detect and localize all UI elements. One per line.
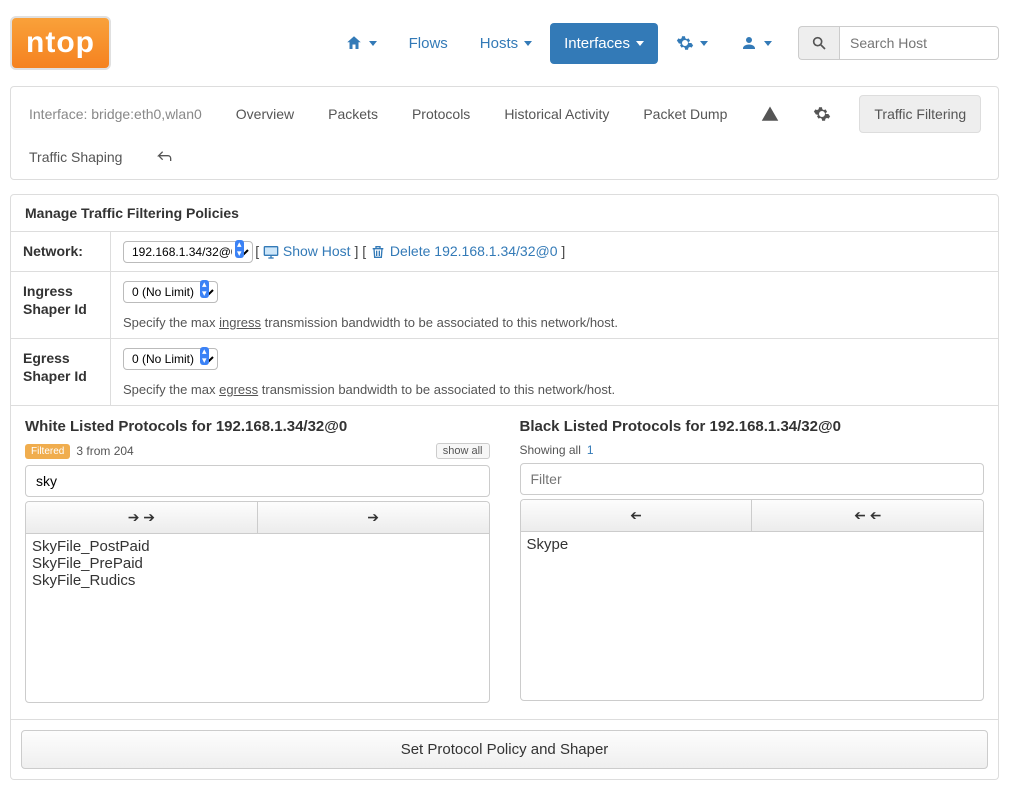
whitelist-buttons: ➔ ➔ ➔ xyxy=(25,501,490,533)
tab-protocols[interactable]: Protocols xyxy=(406,96,476,132)
tab-back[interactable] xyxy=(150,139,178,175)
brand-logo: ntop xyxy=(10,16,111,70)
blacklist-title: Black Listed Protocols for 192.168.1.34/… xyxy=(520,418,985,435)
row-ingress: Ingress Shaper Id 0 (No Limit) ▴▾ Specif… xyxy=(11,272,998,339)
move-right-button[interactable]: ➔ xyxy=(258,502,489,533)
ingress-shaper-select[interactable]: 0 (No Limit) xyxy=(123,281,218,303)
bracket: ] xyxy=(561,243,565,259)
search-wrap xyxy=(798,26,999,60)
alert-icon xyxy=(761,105,779,123)
arrow-left-icon: ➔ xyxy=(630,507,642,524)
delete-label-prefix: Delete xyxy=(390,243,434,259)
move-all-left-button[interactable]: ➔ ➔ xyxy=(752,500,983,531)
whitelist-title: White Listed Protocols for 192.168.1.34/… xyxy=(25,418,490,435)
delete-target: 192.168.1.34/32@0 xyxy=(434,243,557,259)
bracket: ] [ xyxy=(354,243,370,259)
show-all-button[interactable]: show all xyxy=(436,443,490,459)
tab-settings[interactable] xyxy=(807,95,837,133)
network-select[interactable]: 192.168.1.34/32@0 xyxy=(123,241,253,263)
list-item[interactable]: Skype xyxy=(525,536,980,553)
config-heading: Manage Traffic Filtering Policies xyxy=(11,195,998,232)
nav-hosts[interactable]: Hosts xyxy=(466,23,546,64)
ingress-help: Specify the max ingress transmission ban… xyxy=(123,315,986,330)
top-bar: ntop Flows Hosts Interfaces xyxy=(10,10,999,86)
search-input[interactable] xyxy=(839,26,999,60)
arrows-right-icon: ➔ ➔ xyxy=(128,509,155,525)
blacklist-meta-prefix: Showing all xyxy=(520,443,581,457)
tab-packets[interactable]: Packets xyxy=(322,96,384,132)
network-label: Network: xyxy=(11,232,111,271)
list-item[interactable]: SkyFile_PrePaid xyxy=(30,555,485,572)
tab-packet-dump[interactable]: Packet Dump xyxy=(637,96,733,132)
user-icon xyxy=(740,34,758,52)
row-network: Network: 192.168.1.34/32@0 ▴▾ [ Show Hos… xyxy=(11,232,998,272)
tab-alert[interactable] xyxy=(755,95,785,133)
tab-overview[interactable]: Overview xyxy=(230,96,300,132)
blacklist-meta: Showing all 1 xyxy=(520,443,985,457)
tab-traffic-shaping[interactable]: Traffic Shaping xyxy=(23,139,128,175)
egress-help: Specify the max egress transmission band… xyxy=(123,382,986,397)
search-icon xyxy=(811,35,827,51)
gear-icon xyxy=(676,34,694,52)
whitelist-listbox[interactable]: SkyFile_PostPaidSkyFile_PrePaidSkyFile_R… xyxy=(25,533,490,703)
whitelist-filter-input[interactable] xyxy=(25,465,490,497)
blacklist-listbox[interactable]: Skype xyxy=(520,531,985,701)
filtered-badge: Filtered xyxy=(25,444,70,459)
tabs-row: Interface: bridge:eth0,wlan0 Overview Pa… xyxy=(23,95,986,175)
move-all-right-button[interactable]: ➔ ➔ xyxy=(26,502,258,533)
tab-historical[interactable]: Historical Activity xyxy=(498,96,615,132)
set-policy-button[interactable]: Set Protocol Policy and Shaper xyxy=(21,730,988,769)
config-table: Manage Traffic Filtering Policies Networ… xyxy=(10,194,999,406)
row-egress: Egress Shaper Id 0 (No Limit) ▴▾ Specify… xyxy=(11,339,998,405)
whitelist-meta: Filtered 3 from 204 show all xyxy=(25,443,490,459)
nav-home[interactable] xyxy=(331,22,391,64)
blacklist-count: 1 xyxy=(587,443,594,457)
blacklist-buttons: ➔ ➔ ➔ xyxy=(520,499,985,531)
footer: Set Protocol Policy and Shaper xyxy=(10,720,999,780)
whitelist-count: 3 from 204 xyxy=(76,444,133,458)
search-button[interactable] xyxy=(798,26,839,60)
monitor-icon xyxy=(263,244,279,260)
show-host-label: Show Host xyxy=(283,243,351,259)
move-left-button[interactable]: ➔ xyxy=(521,500,753,531)
tab-interface-title[interactable]: Interface: bridge:eth0,wlan0 xyxy=(23,96,208,132)
egress-body: 0 (No Limit) ▴▾ Specify the max egress t… xyxy=(111,339,998,405)
bracket: [ xyxy=(255,243,263,259)
ingress-body: 0 (No Limit) ▴▾ Specify the max ingress … xyxy=(111,272,998,338)
show-host-link[interactable]: Show Host xyxy=(263,243,354,259)
whitelist-column: White Listed Protocols for 192.168.1.34/… xyxy=(25,418,490,703)
delete-network-link[interactable]: Delete 192.168.1.34/32@0 xyxy=(370,243,561,259)
top-nav: Flows Hosts Interfaces xyxy=(331,22,999,64)
nav-settings[interactable] xyxy=(662,22,722,64)
trash-icon xyxy=(370,244,386,260)
list-item[interactable]: SkyFile_PostPaid xyxy=(30,538,485,555)
blacklist-filter-input[interactable] xyxy=(520,463,985,495)
egress-label: Egress Shaper Id xyxy=(11,339,111,405)
egress-shaper-select[interactable]: 0 (No Limit) xyxy=(123,348,218,370)
nav-hosts-label: Hosts xyxy=(480,35,518,52)
nav-interfaces-label: Interfaces xyxy=(564,35,630,52)
nav-flows[interactable]: Flows xyxy=(395,23,462,64)
dual-lists: White Listed Protocols for 192.168.1.34/… xyxy=(10,406,999,720)
list-item[interactable]: SkyFile_Rudics xyxy=(30,572,485,589)
back-arrow-icon xyxy=(156,149,172,165)
blacklist-column: Black Listed Protocols for 192.168.1.34/… xyxy=(520,418,985,703)
network-body: 192.168.1.34/32@0 ▴▾ [ Show Host ] [ Del… xyxy=(111,232,998,271)
nav-user[interactable] xyxy=(726,22,786,64)
tabs-panel: Interface: bridge:eth0,wlan0 Overview Pa… xyxy=(10,86,999,180)
arrows-left-icon: ➔ ➔ xyxy=(854,507,881,524)
tab-traffic-filtering[interactable]: Traffic Filtering xyxy=(859,95,981,133)
nav-interfaces[interactable]: Interfaces xyxy=(550,23,658,64)
arrow-right-icon: ➔ xyxy=(367,509,379,525)
ingress-label: Ingress Shaper Id xyxy=(11,272,111,338)
gear-icon xyxy=(813,105,831,123)
home-icon xyxy=(345,34,363,52)
